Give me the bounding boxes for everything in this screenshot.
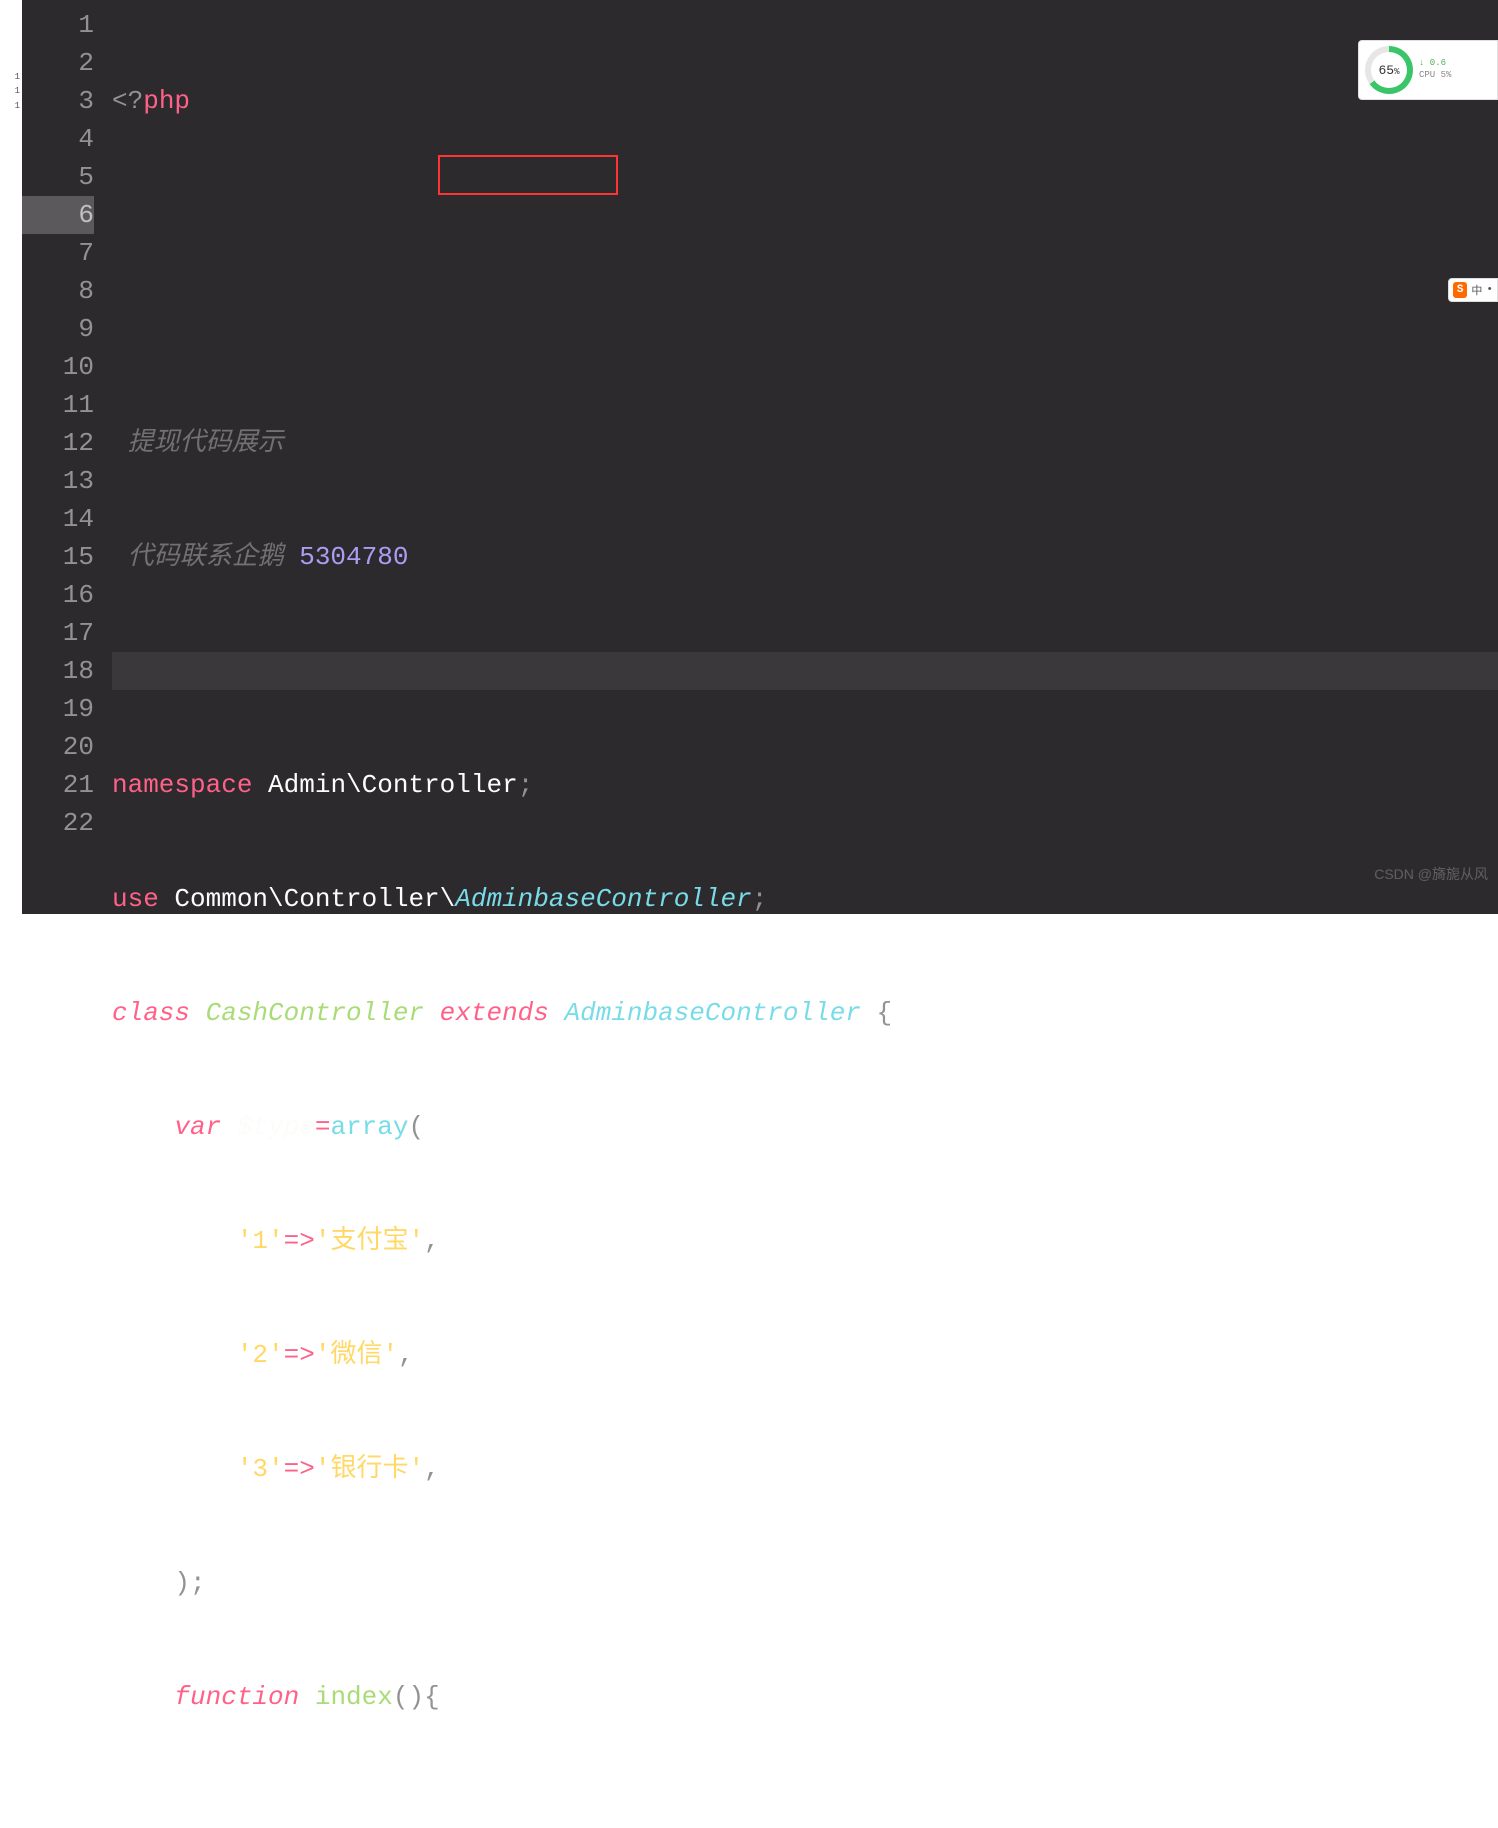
line-number[interactable]: 15 <box>22 538 94 576</box>
line-number[interactable]: 21 <box>22 766 94 804</box>
ime-indicator[interactable]: S 中 • <box>1448 278 1498 302</box>
code-line <box>112 1792 1498 1828</box>
line-number[interactable]: 3 <box>22 82 94 120</box>
code-line: function index(){ <box>112 1678 1498 1716</box>
cpu-stats: ↓ 0.6 CPU 5% <box>1419 58 1451 81</box>
line-number[interactable]: 9 <box>22 310 94 348</box>
code-line: 代码联系企鹅 5304780 <box>112 538 1498 576</box>
ime-dot: • <box>1486 284 1493 296</box>
line-number[interactable]: 10 <box>22 348 94 386</box>
highlight-annotation-box <box>438 155 618 195</box>
line-number[interactable]: 5 <box>22 158 94 196</box>
cpu-ring-icon: 65% <box>1365 46 1413 94</box>
line-number[interactable]: 19 <box>22 690 94 728</box>
line-number[interactable]: 14 <box>22 500 94 538</box>
cpu-percent: 65 <box>1378 63 1394 78</box>
code-line: '2'=>'微信', <box>112 1336 1498 1374</box>
cpu-label: CPU 5% <box>1419 70 1451 82</box>
line-number[interactable]: 4 <box>22 120 94 158</box>
code-line: 提现代码展示 <box>112 424 1498 462</box>
fold-marker: 1 <box>0 99 22 113</box>
code-line: ); <box>112 1564 1498 1602</box>
line-number[interactable]: 2 <box>22 44 94 82</box>
line-number[interactable]: 22 <box>22 804 94 842</box>
cpu-monitor-widget[interactable]: 65% ↓ 0.6 CPU 5% <box>1358 40 1498 100</box>
code-line: <?php <box>112 82 1498 120</box>
line-number[interactable]: 13 <box>22 462 94 500</box>
csdn-watermark: CSDN @旖旎从风 <box>1374 864 1488 884</box>
line-number[interactable]: 8 <box>22 272 94 310</box>
line-number[interactable]: 6 <box>22 196 94 234</box>
code-line: class CashController extends AdminbaseCo… <box>112 994 1498 1032</box>
line-number[interactable]: 20 <box>22 728 94 766</box>
code-line <box>112 196 1498 234</box>
left-fold-margin: 1 1 1 <box>0 0 22 914</box>
code-line: '3'=>'银行卡', <box>112 1450 1498 1488</box>
code-line: var $type=array( <box>112 1108 1498 1146</box>
code-line <box>112 652 1498 690</box>
line-number[interactable]: 7 <box>22 234 94 272</box>
sogou-icon: S <box>1453 282 1467 298</box>
line-number[interactable]: 17 <box>22 614 94 652</box>
line-number[interactable]: 12 <box>22 424 94 462</box>
ime-lang: 中 <box>1471 282 1482 298</box>
line-number[interactable]: 16 <box>22 576 94 614</box>
fold-marker: 1 <box>0 70 22 84</box>
code-line: '1'=>'支付宝', <box>112 1222 1498 1260</box>
fold-marker: 1 <box>0 84 22 98</box>
code-line <box>112 310 1498 348</box>
line-number[interactable]: 1 <box>22 6 94 44</box>
line-number[interactable]: 11 <box>22 386 94 424</box>
net-down: ↓ 0.6 <box>1419 58 1451 70</box>
code-area[interactable]: <?php 提现代码展示 代码联系企鹅 5304780 namespace Ad… <box>112 0 1498 914</box>
code-line: namespace Admin\Controller; <box>112 766 1498 804</box>
line-number-gutter[interactable]: 1 2 3 4 5 6 7 8 9 10 11 12 13 14 15 16 1… <box>22 0 112 914</box>
line-number[interactable]: 18 <box>22 652 94 690</box>
code-editor[interactable]: 1 2 3 4 5 6 7 8 9 10 11 12 13 14 15 16 1… <box>22 0 1498 914</box>
code-line: use Common\Controller\AdminbaseControlle… <box>112 880 1498 918</box>
